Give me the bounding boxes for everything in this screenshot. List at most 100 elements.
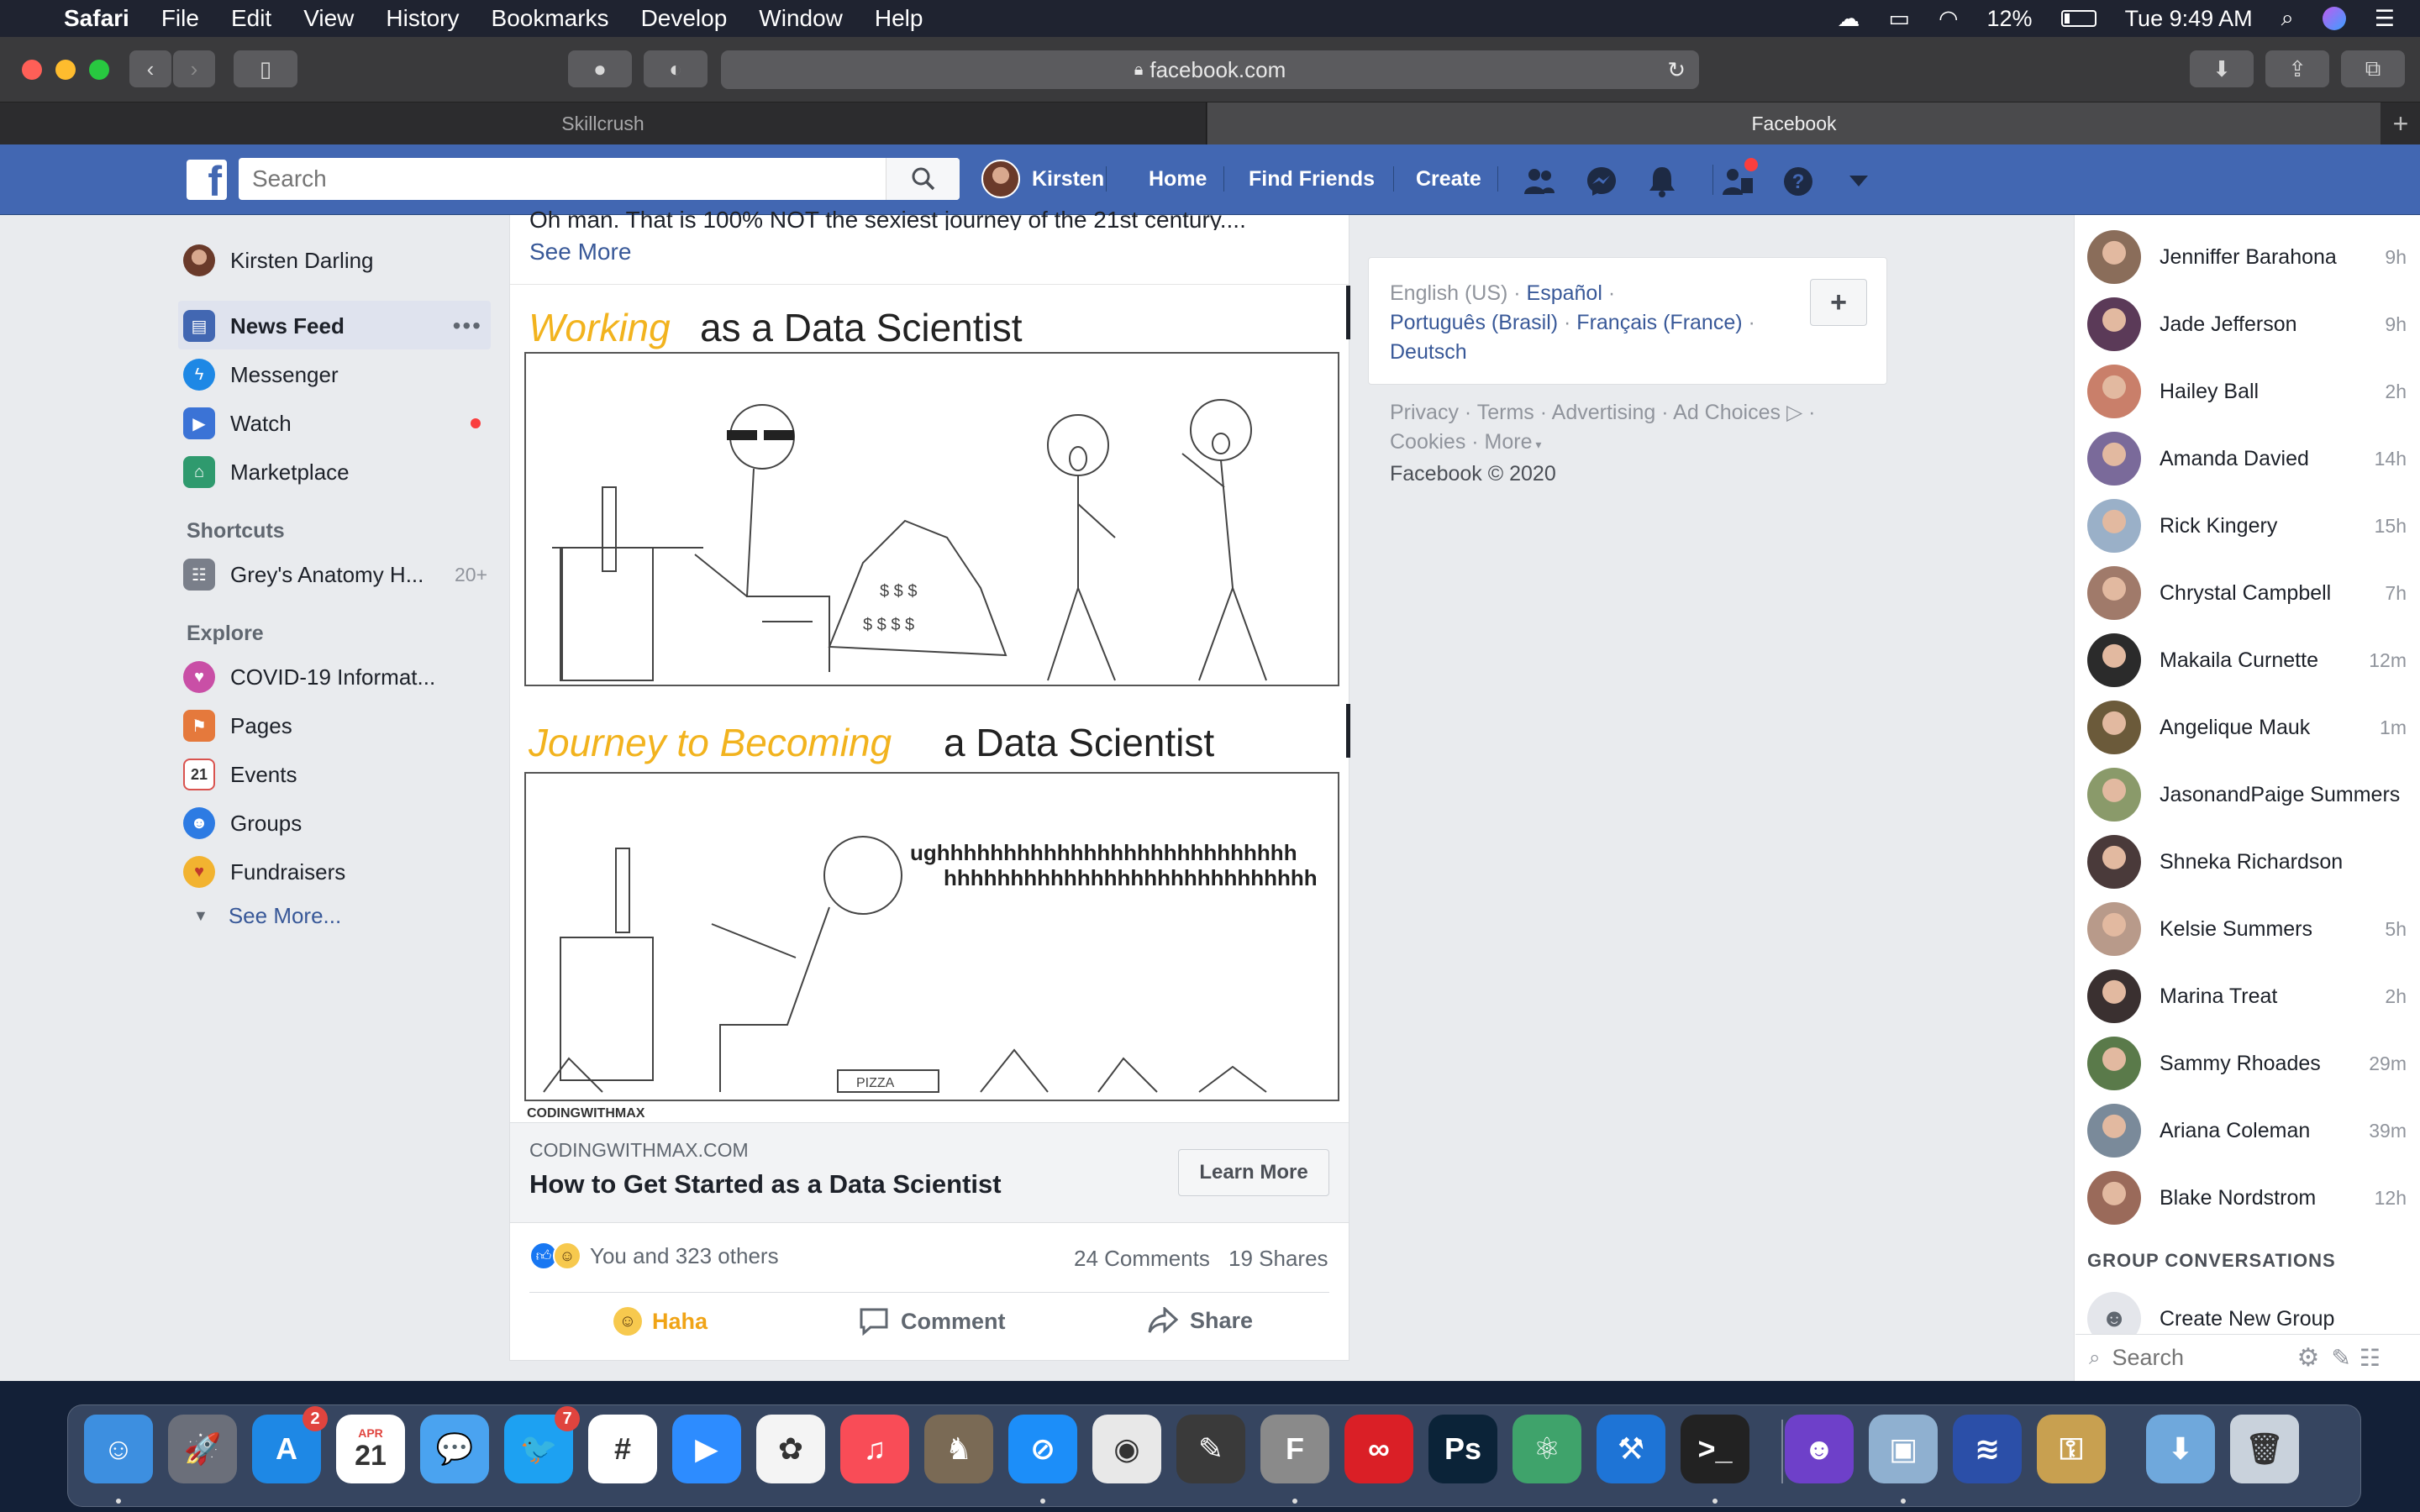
footer-cookies[interactable]: Cookies	[1390, 430, 1465, 454]
extension-button-2[interactable]: ◐	[644, 50, 708, 87]
more-options-icon[interactable]: •••	[453, 312, 482, 339]
chat-contact[interactable]: Marina Treat 2h	[2087, 963, 2407, 1030]
menu-file[interactable]: File	[161, 5, 199, 32]
spotlight-icon[interactable]: ⌕	[2281, 5, 2294, 32]
comment-count[interactable]: 24 Comments	[1074, 1246, 1210, 1272]
close-window-button[interactable]	[22, 60, 42, 80]
notifications-icon[interactable]	[1645, 165, 1679, 198]
battery-percent[interactable]: 12%	[1987, 6, 2033, 32]
chat-contact[interactable]: Angelique Mauk 1m	[2087, 694, 2407, 761]
chat-contact[interactable]: Chrystal Campbell 7h	[2087, 559, 2407, 627]
sidebar-profile[interactable]: Kirsten Darling	[183, 237, 374, 284]
xcode-icon[interactable]: ⚒	[1597, 1415, 1665, 1483]
finder-icon[interactable]: ☺	[84, 1415, 153, 1483]
new-tab-button[interactable]: +	[2381, 102, 2420, 144]
messenger-icon[interactable]	[1585, 165, 1618, 198]
add-language-button[interactable]: +	[1810, 279, 1867, 326]
chat-search-input[interactable]	[2112, 1345, 2281, 1371]
shortcut-greys-anatomy[interactable]: ☷ Grey's Anatomy H... 20+	[183, 551, 487, 598]
calendar-icon[interactable]: APR 21	[336, 1415, 405, 1483]
language-deutsch[interactable]: Deutsch	[1390, 340, 1467, 364]
creative-cloud-icon[interactable]: ∞	[1344, 1415, 1413, 1483]
footer-advertising[interactable]: Advertising	[1552, 401, 1656, 424]
new-group-icon[interactable]: ☷	[2360, 1344, 2381, 1372]
sidebar-item-marketplace[interactable]: ⌂ Marketplace	[183, 449, 350, 496]
chat-contact[interactable]: Hailey Ball 2h	[2087, 358, 2407, 425]
sidebar-item-fundraisers[interactable]: ♥ Fundraisers	[183, 848, 345, 895]
chrome-icon[interactable]: ◉	[1092, 1415, 1161, 1483]
atom-icon[interactable]: ⚛	[1512, 1415, 1581, 1483]
slack-icon[interactable]: #	[588, 1415, 657, 1483]
help-icon[interactable]: ?	[1781, 165, 1815, 198]
sidebar-item-pages[interactable]: ⚑ Pages	[183, 702, 292, 749]
share-count[interactable]: 19 Shares	[1228, 1246, 1328, 1272]
safari-icon[interactable]: ⊘	[1008, 1415, 1077, 1483]
stacks-icon[interactable]: ≋	[1953, 1415, 2022, 1483]
see-more-link[interactable]: ▼ See More...	[183, 892, 341, 939]
chat-contact[interactable]: JasonandPaige Summers	[2087, 761, 2407, 828]
extension-button-1[interactable]: ●	[568, 50, 632, 87]
menu-bookmarks[interactable]: Bookmarks	[492, 5, 609, 32]
address-bar[interactable]: 🔒︎ facebook.com ↻	[721, 50, 1699, 89]
reaction-summary[interactable]: 👍︎ ☺ You and 323 others	[529, 1242, 779, 1270]
photoshop-icon[interactable]: Ps	[1428, 1415, 1497, 1483]
music-icon[interactable]: ♫	[840, 1415, 909, 1483]
sidebar-item-groups[interactable]: ☻ Groups	[183, 800, 302, 847]
wifi-icon[interactable]: ◠	[1939, 6, 1959, 32]
back-button[interactable]: ‹	[129, 50, 171, 87]
chat-settings-icon[interactable]: ⚙	[2296, 1343, 2319, 1373]
haha-button[interactable]: ☺ Haha	[613, 1307, 708, 1336]
footer-ad-choices[interactable]: Ad Choices	[1673, 401, 1781, 424]
facebook-logo[interactable]: f	[187, 160, 227, 200]
post-image[interactable]: Working as a Data Scientist $ $ $ $ $ $ …	[510, 286, 1349, 1122]
minimize-window-button[interactable]	[55, 60, 76, 80]
post-see-more[interactable]: See More	[529, 239, 631, 265]
chess-icon[interactable]: ♞	[924, 1415, 993, 1483]
language-francais[interactable]: Français (France)	[1576, 311, 1742, 334]
share-action-button[interactable]: Share	[1148, 1307, 1253, 1334]
menu-window[interactable]: Window	[759, 5, 843, 32]
share-button[interactable]: ⇪	[2265, 50, 2329, 87]
tab-skillcrush[interactable]: Skillcrush	[0, 102, 1207, 144]
fontbook-icon[interactable]: F	[1260, 1415, 1329, 1483]
zoom-icon[interactable]: ▶	[672, 1415, 741, 1483]
zoom-window-button[interactable]	[89, 60, 109, 80]
menu-edit[interactable]: Edit	[231, 5, 271, 32]
chat-contact[interactable]: Sammy Rhoades 29m	[2087, 1030, 2407, 1097]
sidebar-item-events[interactable]: 21 Events	[183, 751, 297, 798]
friend-requests-icon[interactable]	[1721, 156, 1760, 198]
downloads-button[interactable]: ⬇	[2190, 50, 2254, 87]
chat-contact[interactable]: Jenniffer Barahona 9h	[2087, 223, 2407, 291]
sidebar-toggle-icon[interactable]: ▯	[234, 50, 297, 87]
chat-contact[interactable]: Amanda Davied 14h	[2087, 425, 2407, 492]
sidebar-item-news-feed[interactable]: ▤ News Feed •••	[183, 302, 487, 349]
chat-contact[interactable]: Ariana Coleman 39m	[2087, 1097, 2407, 1164]
photos-icon[interactable]: ✿	[756, 1415, 825, 1483]
search-button[interactable]	[886, 158, 960, 200]
footer-privacy[interactable]: Privacy	[1390, 401, 1459, 424]
reload-icon[interactable]: ↻	[1667, 57, 1686, 83]
preview-icon[interactable]: ▣	[1869, 1415, 1938, 1483]
chat-contact[interactable]: Jade Jefferson 9h	[2087, 291, 2407, 358]
messages-icon[interactable]: 💬	[420, 1415, 489, 1483]
tab-overview-button[interactable]: ⧉	[2341, 50, 2405, 87]
trash-icon[interactable]: 🗑	[2230, 1415, 2299, 1483]
notification-center-icon[interactable]: ☰	[2375, 6, 2395, 32]
nav-find-friends[interactable]: Find Friends	[1249, 160, 1375, 198]
nav-create[interactable]: Create	[1416, 160, 1481, 198]
footer-terms[interactable]: Terms	[1477, 401, 1534, 424]
app-store-icon[interactable]: A2	[252, 1406, 328, 1483]
menu-history[interactable]: History	[386, 5, 459, 32]
menu-help[interactable]: Help	[875, 5, 923, 32]
chat-contact[interactable]: Shneka Richardson	[2087, 828, 2407, 895]
chat-contact[interactable]: Blake Nordstrom 12h	[2087, 1164, 2407, 1231]
clock[interactable]: Tue 9:49 AM	[2125, 6, 2253, 32]
chat-contact[interactable]: Makaila Curnette 12m	[2087, 627, 2407, 694]
creative-cloud-status-icon[interactable]: ☁	[1837, 6, 1860, 32]
battery-icon[interactable]	[2060, 10, 2096, 27]
tab-facebook[interactable]: Facebook	[1207, 102, 2381, 144]
siri-icon[interactable]	[2322, 7, 2346, 30]
menu-view[interactable]: View	[303, 5, 354, 32]
instruments-icon[interactable]: ✎	[1176, 1415, 1245, 1483]
language-espanol[interactable]: Español	[1527, 281, 1602, 305]
